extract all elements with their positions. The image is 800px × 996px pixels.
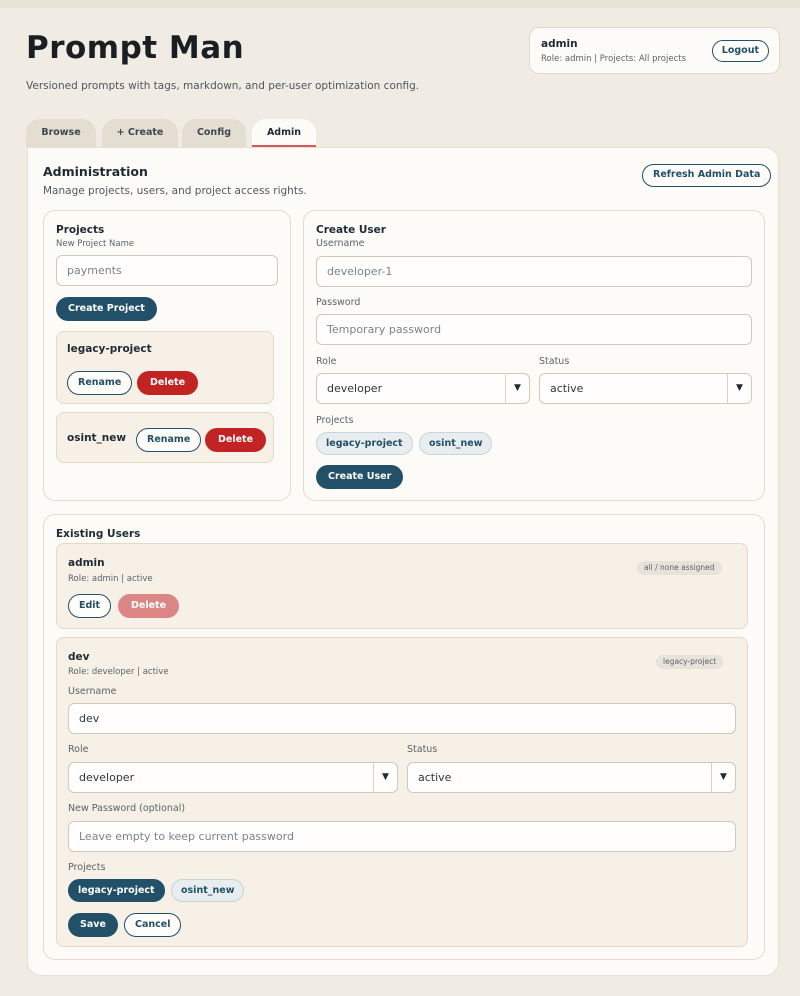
user-name: dev (68, 651, 90, 663)
user-name: admin (68, 557, 105, 569)
username-label: Username (316, 238, 365, 249)
user-project-tag: legacy-project (656, 655, 724, 669)
session-username: admin (541, 38, 578, 50)
chevron-down-icon: ▼ (727, 374, 751, 403)
username-input[interactable]: developer-1 (316, 256, 752, 287)
edit-role-select[interactable]: developer ▼ (68, 762, 398, 793)
page-top-edge (0, 0, 800, 8)
projects-card: Projects New Project Name payments Creat… (43, 210, 291, 501)
new-password-label: New Password (optional) (68, 803, 186, 814)
create-project-button[interactable]: Create Project (56, 297, 157, 321)
password-label: Password (316, 297, 361, 308)
role-label: Role (316, 356, 337, 367)
tab-admin[interactable]: Admin (252, 119, 316, 147)
tab-config[interactable]: Config (182, 119, 246, 147)
status-label: Status (407, 744, 438, 755)
project-chip[interactable]: osint_new (419, 432, 493, 455)
new-project-label: New Project Name (56, 239, 135, 249)
password-input[interactable]: Temporary password (316, 314, 752, 345)
chevron-down-icon: ▼ (373, 763, 397, 792)
role-select-value: developer (79, 771, 135, 784)
app-title: Prompt Man (26, 30, 245, 66)
refresh-admin-button[interactable]: Refresh Admin Data (642, 164, 772, 187)
project-chip[interactable]: legacy-project (68, 879, 165, 902)
new-project-input[interactable]: payments (56, 255, 278, 286)
new-password-input[interactable]: Leave empty to keep current password (68, 821, 736, 852)
create-user-title: Create User (316, 224, 386, 236)
cancel-button[interactable]: Cancel (124, 913, 182, 937)
username-label: Username (68, 686, 117, 697)
app-subtitle: Versioned prompts with tags, markdown, a… (26, 80, 420, 92)
project-name: legacy-project (67, 343, 152, 355)
edit-username-input[interactable]: dev (68, 703, 736, 734)
status-label: Status (539, 356, 570, 367)
delete-project-button[interactable]: Delete (205, 428, 267, 452)
role-select-value: developer (327, 382, 383, 395)
project-item: osint_new Rename Delete (56, 412, 274, 463)
user-edit-row: dev Role: developer | active legacy-proj… (56, 637, 748, 947)
projects-label: Projects (316, 415, 354, 426)
user-meta: Role: admin | active (68, 574, 153, 584)
user-row: admin Role: admin | active all / none as… (56, 543, 748, 629)
rename-project-button[interactable]: Rename (67, 371, 133, 395)
existing-users-card: Existing Users admin Role: admin | activ… (43, 514, 765, 960)
rename-project-button[interactable]: Rename (136, 428, 202, 452)
create-user-card: Create User Username developer-1 Passwor… (303, 210, 765, 501)
save-button[interactable]: Save (68, 913, 118, 937)
status-select[interactable]: active ▼ (539, 373, 752, 404)
projects-title: Projects (56, 224, 105, 236)
chevron-down-icon: ▼ (711, 763, 735, 792)
tab-browse[interactable]: Browse (26, 119, 96, 147)
logout-button[interactable]: Logout (711, 40, 769, 62)
project-chip[interactable]: osint_new (171, 879, 245, 902)
admin-description: Manage projects, users, and project acce… (43, 185, 307, 197)
status-select-value: active (550, 382, 584, 395)
user-meta: Role: developer | active (68, 667, 169, 677)
role-label: Role (68, 744, 89, 755)
tab-create[interactable]: + Create (102, 119, 178, 147)
admin-title: Administration (43, 164, 148, 179)
create-user-button[interactable]: Create User (316, 465, 404, 489)
projects-label: Projects (68, 862, 106, 873)
project-chip[interactable]: legacy-project (316, 432, 413, 455)
existing-users-title: Existing Users (56, 528, 141, 540)
user-project-tag: all / none assigned (637, 561, 722, 575)
project-item: legacy-project Rename Delete (56, 331, 274, 404)
edit-status-select[interactable]: active ▼ (407, 762, 736, 793)
status-select-value: active (418, 771, 452, 784)
admin-panel: Administration Manage projects, users, a… (27, 147, 779, 976)
delete-user-button[interactable]: Delete (118, 594, 180, 618)
project-name: osint_new (67, 432, 127, 444)
chevron-down-icon: ▼ (505, 374, 529, 403)
session-meta: Role: admin | Projects: All projects (541, 54, 687, 64)
delete-project-button[interactable]: Delete (137, 371, 199, 395)
session-box: admin Role: admin | Projects: All projec… (529, 27, 780, 74)
edit-user-button[interactable]: Edit (68, 594, 112, 618)
role-select[interactable]: developer ▼ (316, 373, 530, 404)
